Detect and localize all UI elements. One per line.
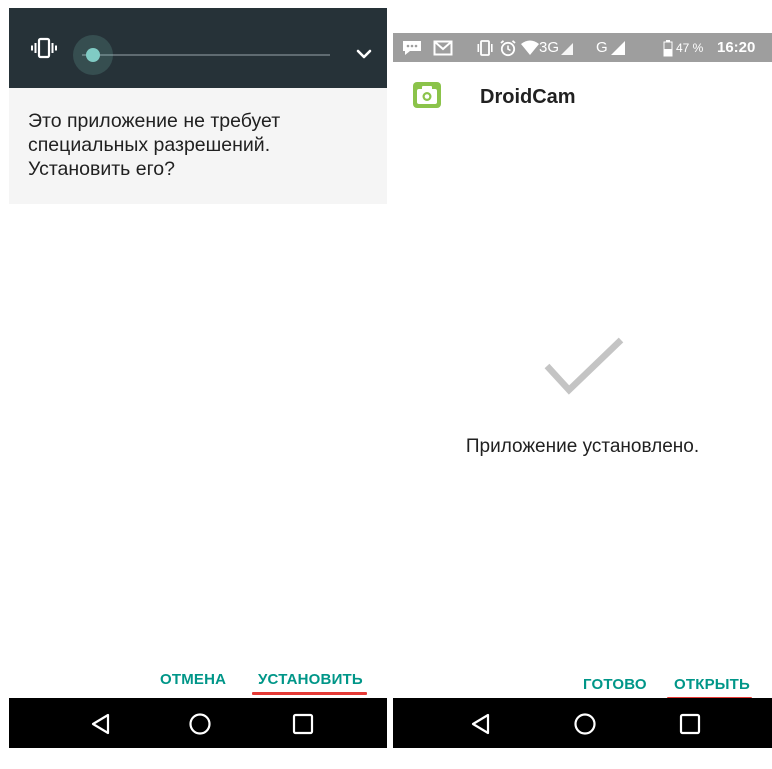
network-type-g: G	[596, 39, 608, 56]
wifi-icon	[520, 33, 540, 62]
app-header: DroidCam	[393, 62, 772, 122]
alarm-icon	[499, 33, 517, 62]
vibrate-icon[interactable]	[31, 37, 57, 59]
install-prompt-screen: Это приложение не требует специальных ра…	[0, 0, 388, 769]
home-icon[interactable]	[571, 710, 599, 738]
status-bar: 3G G 47 % 16:20	[393, 33, 772, 62]
volume-slider-thumb[interactable]	[86, 48, 100, 62]
battery-icon	[663, 33, 673, 62]
navigation-bar	[9, 698, 387, 748]
recents-icon[interactable]	[676, 710, 704, 738]
network-type-3g: 3G	[539, 39, 560, 56]
signal-icon	[610, 33, 626, 62]
volume-slider-track[interactable]	[82, 54, 330, 56]
gmail-icon	[433, 33, 453, 62]
recents-icon[interactable]	[289, 710, 317, 738]
install-button[interactable]: УСТАНОВИТЬ	[258, 671, 363, 688]
clock: 16:20	[717, 39, 756, 56]
volume-panel	[9, 8, 387, 88]
prompt-line: Это приложение не требует	[28, 110, 281, 132]
prompt-line: Установить его?	[28, 158, 175, 180]
battery-percent: 47 %	[676, 40, 704, 55]
chevron-down-icon[interactable]	[356, 48, 372, 60]
vibrate-icon	[475, 33, 495, 62]
signal-icon	[560, 33, 574, 62]
message-icon	[401, 33, 423, 62]
back-icon[interactable]	[467, 710, 495, 738]
install-prompt-message: Это приложение не требует специальных ра…	[28, 109, 368, 181]
droidcam-app-icon	[413, 82, 441, 108]
check-icon	[544, 337, 624, 395]
done-button[interactable]: ГОТОВО	[583, 676, 647, 693]
install-highlight-underline	[252, 692, 367, 695]
installed-message: Приложение установлено.	[465, 436, 700, 457]
back-icon[interactable]	[87, 710, 115, 738]
prompt-line: специальных разрешений.	[28, 134, 271, 156]
open-button[interactable]: ОТКРЫТЬ	[674, 676, 750, 693]
install-complete-screen: 3G G 47 % 16:20 DroidCam Приложение уста…	[393, 0, 772, 769]
app-name: DroidCam	[480, 86, 576, 108]
install-prompt-box: Это приложение не требует специальных ра…	[9, 88, 387, 204]
navigation-bar	[393, 698, 772, 748]
cancel-button[interactable]: ОТМЕНА	[160, 671, 226, 688]
home-icon[interactable]	[186, 710, 214, 738]
